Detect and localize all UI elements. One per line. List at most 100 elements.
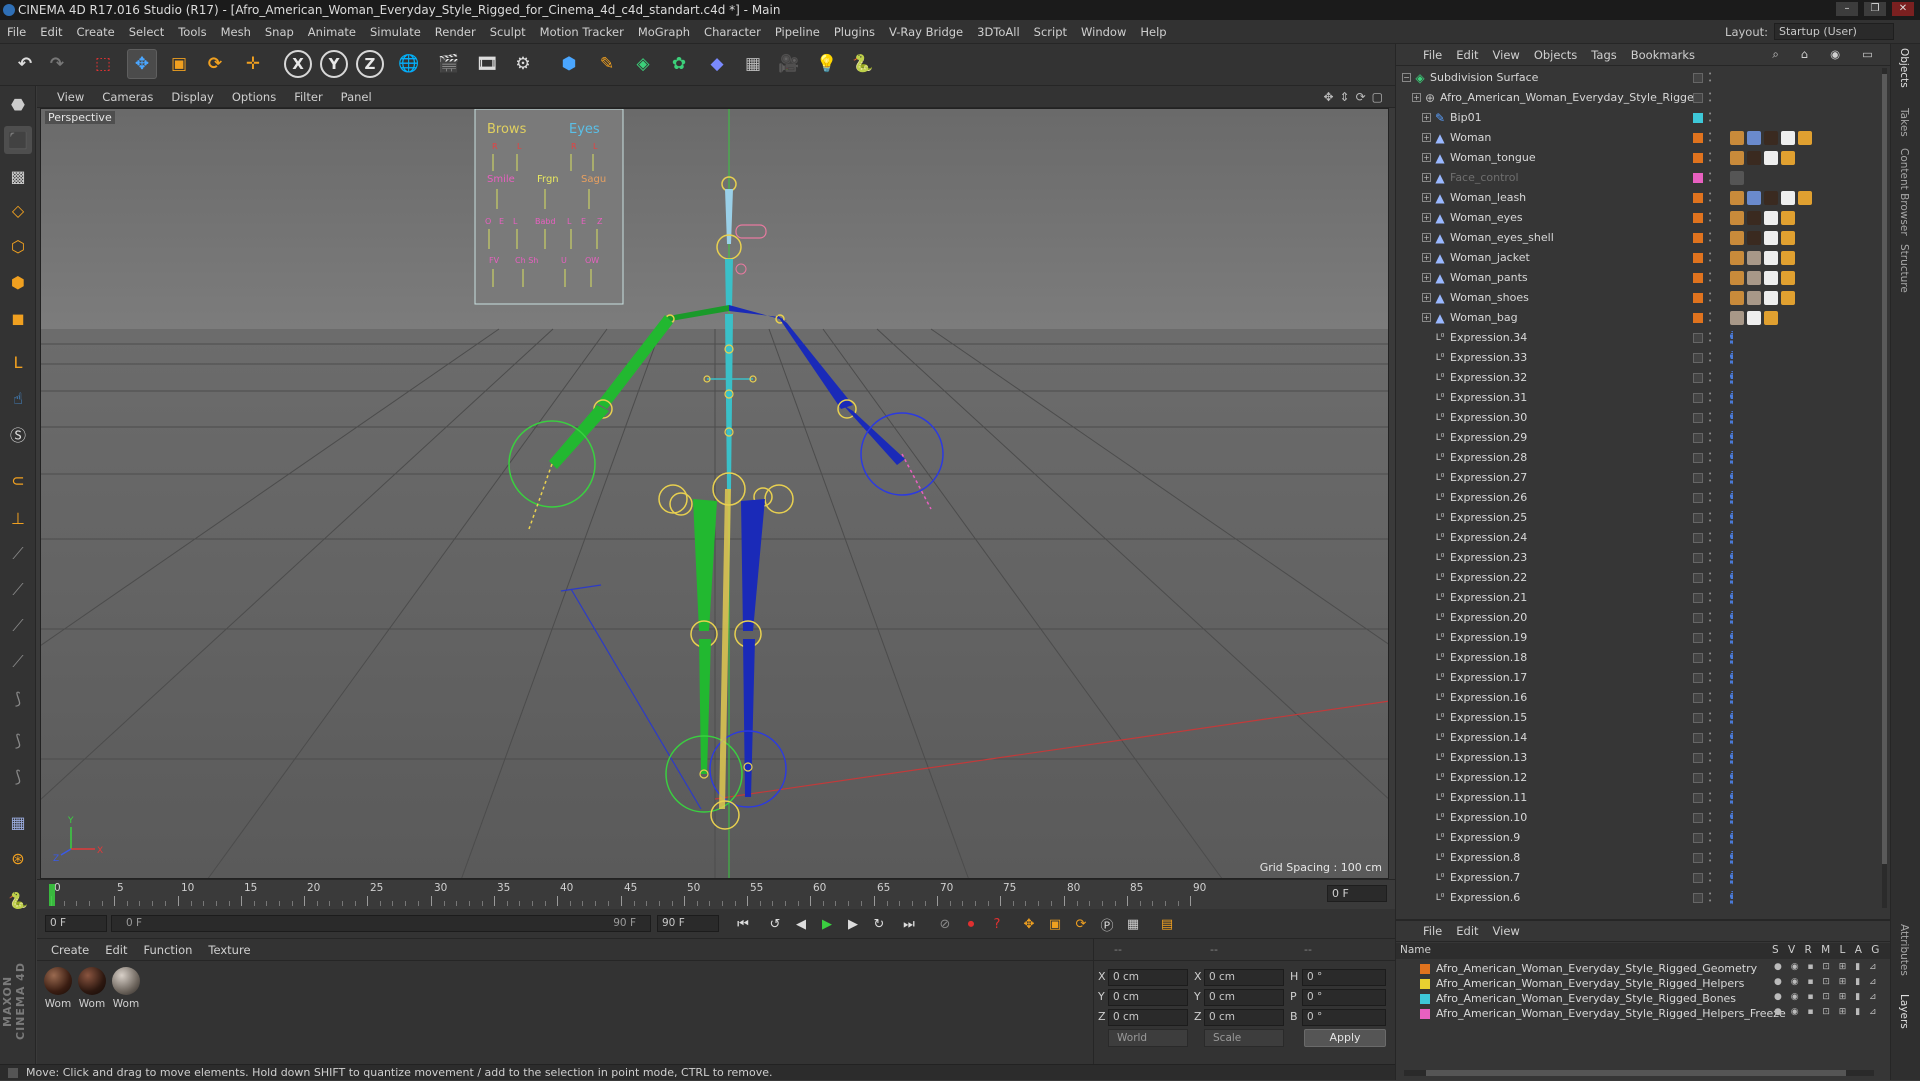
tag-icon[interactable] <box>1730 131 1744 145</box>
layer-color-swatch[interactable] <box>1693 93 1703 103</box>
object-row[interactable]: + ✎ Bip01 • • <box>1396 108 1884 128</box>
menu-mograph[interactable]: MoGraph <box>631 25 697 39</box>
camera-icon[interactable]: 🎥 <box>774 49 804 79</box>
object-row[interactable]: + ▲ Woman_bag • • <box>1396 308 1884 328</box>
goto-end-icon[interactable]: ⏭ <box>899 914 919 934</box>
object-menu-edit[interactable]: Edit <box>1449 48 1485 62</box>
rot-h-field[interactable]: 0 ° <box>1302 969 1386 986</box>
visibility-dots-icon[interactable]: • • <box>1708 111 1714 125</box>
layer-color-swatch[interactable] <box>1693 493 1703 503</box>
orbit-view-icon[interactable]: ⟳ <box>1356 90 1366 104</box>
sculpt-tool-icon[interactable]: ⟆ <box>4 762 32 790</box>
tag-icon[interactable] <box>1730 511 1734 525</box>
ik-chain-icon[interactable]: ⊥ <box>4 504 32 532</box>
object-menu-file[interactable]: File <box>1416 48 1449 62</box>
timeline-window-icon[interactable]: ▤ <box>1157 914 1177 934</box>
object-row[interactable]: L⁰ Expression.28 • • <box>1396 448 1884 468</box>
tag-icon[interactable] <box>1730 431 1734 445</box>
visibility-dots-icon[interactable]: • • <box>1708 611 1714 625</box>
step-back-icon[interactable]: ◀ <box>791 914 811 934</box>
visibility-dots-icon[interactable]: • • <box>1708 331 1714 345</box>
snap-icon[interactable]: Ⓢ <box>4 420 32 448</box>
menu-help[interactable]: Help <box>1133 25 1173 39</box>
visibility-dots-icon[interactable]: • • <box>1708 191 1714 205</box>
tag-icon[interactable] <box>1764 311 1778 325</box>
menu-sculpt[interactable]: Sculpt <box>483 25 533 39</box>
visibility-dots-icon[interactable]: • • <box>1708 371 1714 385</box>
expand-toggle-icon[interactable]: + <box>1422 153 1431 162</box>
object-row[interactable]: L⁰ Expression.17 • • <box>1396 668 1884 688</box>
layer-color-swatch[interactable] <box>1693 653 1703 663</box>
tab-attributes[interactable]: Attributes <box>1898 924 1910 976</box>
pos-z-field[interactable]: 0 cm <box>1108 1009 1188 1026</box>
brush-tool-icon[interactable]: ⟆ <box>4 726 32 754</box>
menu-script[interactable]: Script <box>1027 25 1074 39</box>
layer-color-swatch[interactable] <box>1693 433 1703 443</box>
visibility-dots-icon[interactable]: • • <box>1708 691 1714 705</box>
home-icon[interactable]: ⌂ <box>1794 47 1815 62</box>
layer-flag-icons[interactable]: ● ◉ ▪ ⊡ ⊞ ▮ ⊿ <box>1774 962 1880 972</box>
texture-mode-icon[interactable]: ▩ <box>4 162 32 190</box>
layer-color-swatch[interactable] <box>1693 513 1703 523</box>
menu-mesh[interactable]: Mesh <box>214 25 258 39</box>
tag-icon[interactable] <box>1764 131 1778 145</box>
visibility-dots-icon[interactable]: • • <box>1708 251 1714 265</box>
tag-icon[interactable] <box>1730 171 1744 185</box>
visibility-dots-icon[interactable]: • • <box>1708 491 1714 505</box>
object-row[interactable]: L⁰ Expression.23 • • <box>1396 548 1884 568</box>
visibility-dots-icon[interactable]: • • <box>1708 271 1714 285</box>
tag-icon[interactable] <box>1764 231 1778 245</box>
size-z-field[interactable]: 0 cm <box>1204 1009 1284 1026</box>
tag-icon[interactable] <box>1764 291 1778 305</box>
object-tree[interactable]: − ◈ Subdivision Surface • • + ⊕ Afro_American_… <box>1396 68 1884 918</box>
tag-icon[interactable] <box>1730 331 1734 345</box>
layer-color-swatch[interactable] <box>1693 673 1703 683</box>
apply-button[interactable]: Apply <box>1304 1029 1386 1047</box>
expand-toggle-icon[interactable]: + <box>1422 233 1431 242</box>
new-window-icon[interactable]: ▭ <box>1855 47 1880 62</box>
layer-color-swatch[interactable] <box>1693 573 1703 583</box>
expand-toggle-icon[interactable]: − <box>1402 73 1411 82</box>
tag-icon[interactable] <box>1730 691 1734 705</box>
layer-scrollbar[interactable] <box>1404 1070 1874 1076</box>
visibility-dots-icon[interactable]: • • <box>1708 651 1714 665</box>
layer-menu-edit[interactable]: Edit <box>1449 924 1485 938</box>
scrollbar-thumb[interactable] <box>1426 1070 1846 1076</box>
close-button[interactable]: ✕ <box>1892 2 1914 16</box>
tag-icon[interactable] <box>1730 671 1734 685</box>
object-row[interactable]: L⁰ Expression.9 • • <box>1396 828 1884 848</box>
visibility-dots-icon[interactable]: • • <box>1708 631 1714 645</box>
layer-color-swatch[interactable] <box>1693 233 1703 243</box>
object-row[interactable]: L⁰ Expression.18 • • <box>1396 648 1884 668</box>
viewport-menu-filter[interactable]: Filter <box>285 90 331 104</box>
layer-color-swatch[interactable] <box>1693 373 1703 383</box>
size-y-field[interactable]: 0 cm <box>1204 989 1284 1006</box>
layer-color-swatch[interactable] <box>1693 73 1703 83</box>
joint-tool-icon[interactable]: ⟋ <box>4 540 32 568</box>
tag-icon[interactable] <box>1730 791 1734 805</box>
tag-icon[interactable] <box>1730 251 1744 265</box>
object-row[interactable]: L⁰ Expression.7 • • <box>1396 868 1884 888</box>
object-row[interactable]: L⁰ Expression.24 • • <box>1396 528 1884 548</box>
layer-color-swatch[interactable] <box>1693 453 1703 463</box>
visibility-dots-icon[interactable]: • • <box>1708 291 1714 305</box>
tag-icon[interactable] <box>1798 191 1812 205</box>
undo-icon[interactable]: ↶ <box>10 49 40 79</box>
visibility-dots-icon[interactable]: • • <box>1708 751 1714 765</box>
tag-icon[interactable] <box>1730 291 1744 305</box>
start-frame-field[interactable]: 0 F <box>45 915 107 932</box>
tag-icon[interactable] <box>1747 311 1761 325</box>
scale-tool-icon[interactable]: ▣ <box>164 49 194 79</box>
z-axis-lock-button[interactable]: Z <box>356 50 384 78</box>
expand-toggle-icon[interactable]: + <box>1422 313 1431 322</box>
layer-color-swatch[interactable] <box>1693 853 1703 863</box>
object-row[interactable]: L⁰ Expression.20 • • <box>1396 608 1884 628</box>
layer-flag-icons[interactable]: ● ◉ ▪ ⊡ ⊞ ▮ ⊿ <box>1774 992 1880 1002</box>
visibility-dots-icon[interactable]: • • <box>1708 831 1714 845</box>
expand-toggle-icon[interactable]: + <box>1422 193 1431 202</box>
layer-color-swatch[interactable] <box>1693 633 1703 643</box>
scrollbar-thumb[interactable] <box>1882 74 1887 864</box>
tag-icon[interactable] <box>1764 151 1778 165</box>
object-menu-tags[interactable]: Tags <box>1584 48 1623 62</box>
tag-icon[interactable] <box>1730 151 1744 165</box>
